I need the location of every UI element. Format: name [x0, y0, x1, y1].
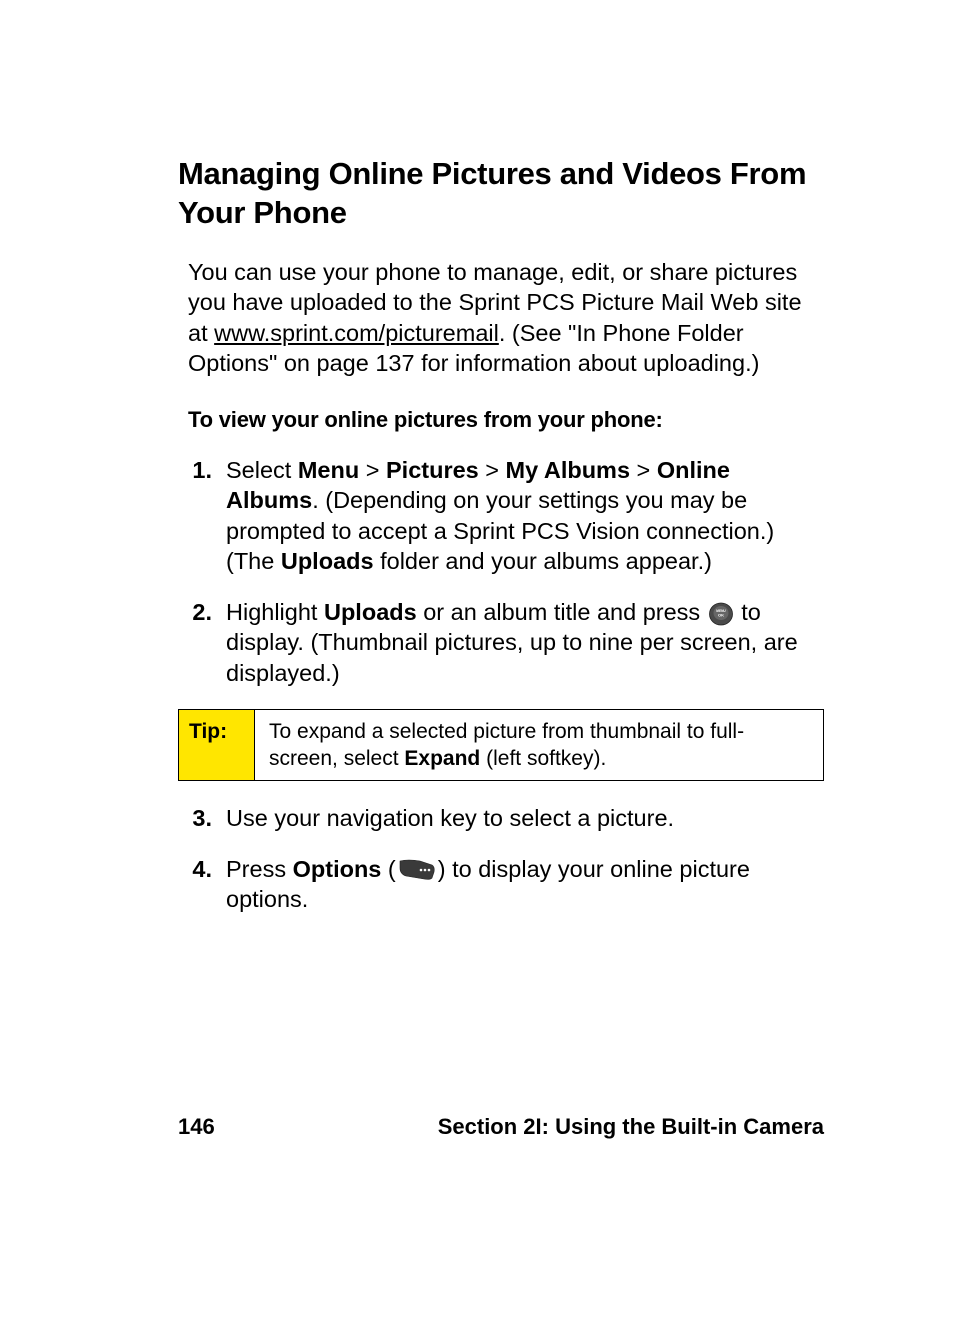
step-text: or an album title and press	[417, 599, 707, 625]
step-text: Select	[226, 457, 298, 483]
sep: >	[479, 457, 506, 483]
step-number: 2.	[188, 597, 226, 689]
steps-list: 1. Select Menu > Pictures > My Albums > …	[188, 455, 824, 689]
step-body: Highlight Uploads or an album title and …	[226, 597, 824, 689]
sep: >	[630, 457, 657, 483]
tip-label: Tip:	[179, 710, 255, 781]
step-text: Press	[226, 856, 293, 882]
step-1: 1. Select Menu > Pictures > My Albums > …	[188, 455, 824, 577]
tip-box: Tip: To expand a selected picture from t…	[178, 709, 824, 782]
instruction-subhead: To view your online pictures from your p…	[188, 407, 824, 433]
tip-text: (left softkey).	[480, 747, 606, 770]
svg-text:OK: OK	[718, 612, 724, 617]
intro-paragraph: You can use your phone to manage, edit, …	[188, 257, 824, 379]
step-2: 2. Highlight Uploads or an album title a…	[188, 597, 824, 689]
options-label: Options	[293, 856, 382, 882]
step-number: 3.	[188, 803, 226, 834]
step-body: Use your navigation key to select a pict…	[226, 803, 824, 834]
step-3: 3. Use your navigation key to select a p…	[188, 803, 824, 834]
step-body: Select Menu > Pictures > My Albums > Onl…	[226, 455, 824, 577]
step-body: Press Options () to display your online …	[226, 854, 824, 915]
section-title: Section 2I: Using the Built-in Camera	[438, 1114, 824, 1140]
ok-button-icon: MENUOK	[709, 602, 733, 626]
step-4: 4. Press Options () to display your onli…	[188, 854, 824, 915]
expand-label: Expand	[404, 747, 480, 770]
page-footer: 146 Section 2I: Using the Built-in Camer…	[0, 1114, 954, 1140]
uploads-label: Uploads	[281, 548, 374, 574]
picturemail-link[interactable]: www.sprint.com/picturemail	[214, 320, 499, 346]
pictures-label: Pictures	[386, 457, 479, 483]
menu-label: Menu	[298, 457, 359, 483]
step-number: 4.	[188, 854, 226, 915]
uploads-label: Uploads	[324, 599, 417, 625]
step-text: Highlight	[226, 599, 324, 625]
steps-list-2: 3. Use your navigation key to select a p…	[188, 803, 824, 915]
page-heading: Managing Online Pictures and Videos From…	[178, 155, 824, 233]
step-number: 1.	[188, 455, 226, 577]
step-text: folder and your albums appear.)	[374, 548, 712, 574]
page-number: 146	[178, 1114, 215, 1140]
myalbums-label: My Albums	[506, 457, 630, 483]
step-text: (	[381, 856, 395, 882]
step-text: Use your navigation key to select a pict…	[226, 805, 674, 831]
tip-body: To expand a selected picture from thumbn…	[255, 710, 823, 781]
right-softkey-icon	[398, 859, 436, 881]
sep: >	[359, 457, 386, 483]
